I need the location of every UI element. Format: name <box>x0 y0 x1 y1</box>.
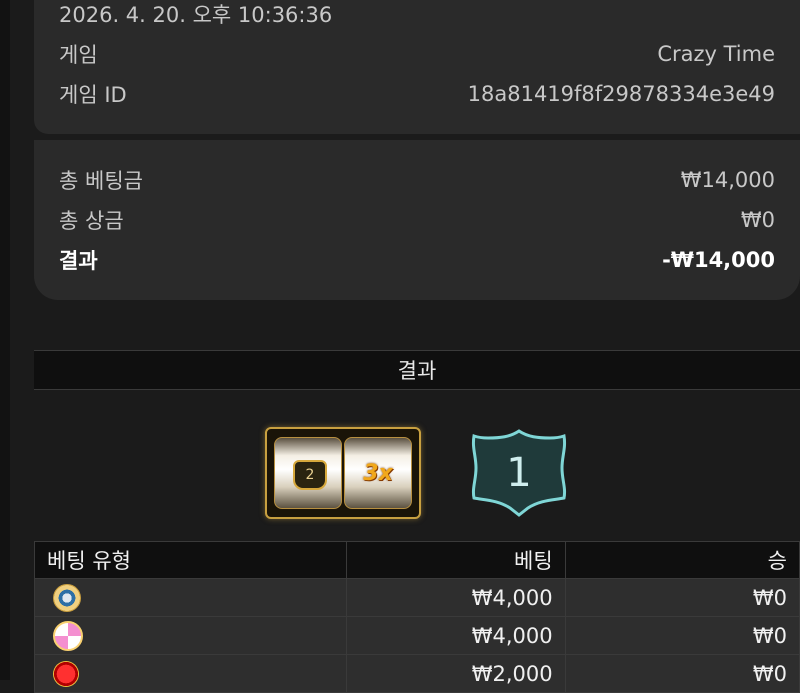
wheel-result-shield: 1 <box>470 428 568 518</box>
bets-table-header: 베팅 유형 베팅 승 <box>33 541 800 579</box>
slot-reel-right: 3x <box>344 437 412 509</box>
total-bet-value: ₩14,000 <box>680 168 775 192</box>
table-row: ₩4,000 ₩0 <box>33 578 800 617</box>
bet-amount-cell: ₩4,000 <box>346 616 566 655</box>
bet-type-cell <box>33 616 348 655</box>
win-amount-cell: ₩0 <box>564 578 800 617</box>
result-section-title: 결과 <box>397 359 437 383</box>
table-row: ₩4,000 ₩0 <box>33 616 800 655</box>
result-row: 결과 -₩14,000 <box>59 244 775 276</box>
slot-number-badge: 2 <box>293 460 327 490</box>
slot-reel-left: 2 <box>274 437 342 509</box>
datetime-text: 2026. 4. 20. 오후 10:36:36 <box>59 3 333 27</box>
red-dot-icon <box>53 660 79 687</box>
wheel-result-number: 1 <box>506 450 532 496</box>
total-win-label: 총 상금 <box>59 209 124 233</box>
coin-flip-icon <box>53 583 81 612</box>
bet-type-cell <box>33 578 348 617</box>
total-win-value: ₩0 <box>740 208 775 232</box>
datetime-row: 2026. 4. 20. 오후 10:36:36 <box>59 0 775 28</box>
header-bet: 베팅 <box>346 541 566 579</box>
win-amount-cell: ₩0 <box>564 616 800 655</box>
result-section-header: 결과 <box>34 350 800 390</box>
bet-summary-card: 총 베팅금 ₩14,000 총 상금 ₩0 결과 -₩14,000 <box>34 140 800 300</box>
result-label: 결과 <box>59 249 98 273</box>
win-amount-cell: ₩0 <box>564 654 800 693</box>
top-slot: 2 3x <box>265 427 421 519</box>
game-value: Crazy Time <box>657 42 775 66</box>
pachinko-icon <box>53 620 83 651</box>
game-row: 게임 Crazy Time <box>59 38 775 70</box>
header-win: 승 <box>564 541 800 579</box>
game-id-label: 게임 ID <box>59 83 127 107</box>
bet-amount-cell: ₩2,000 <box>346 654 566 693</box>
game-id-value: 18a81419f8f29878334e3e49 <box>467 82 775 106</box>
left-rail <box>0 0 10 680</box>
game-details-card: 2026. 4. 20. 오후 10:36:36 게임 Crazy Time 게… <box>34 0 800 134</box>
total-bet-row: 총 베팅금 ₩14,000 <box>59 164 775 196</box>
total-bet-label: 총 베팅금 <box>59 169 143 193</box>
slot-multiplier: 3x <box>363 460 393 486</box>
slot-left-number: 2 <box>305 467 315 483</box>
header-bet-type: 베팅 유형 <box>33 541 348 579</box>
table-row: ₩2,000 ₩0 <box>33 654 800 693</box>
game-label: 게임 <box>59 43 98 67</box>
bet-type-cell <box>33 654 348 693</box>
bet-amount-cell: ₩4,000 <box>346 578 566 617</box>
bets-table: 베팅 유형 베팅 승 ₩4,000 ₩0 ₩4,000 ₩0 ₩2,000 ₩0 <box>33 541 800 693</box>
game-id-row: 게임 ID 18a81419f8f29878334e3e49 <box>59 78 775 110</box>
total-win-row: 총 상금 ₩0 <box>59 204 775 236</box>
result-value: -₩14,000 <box>662 248 775 272</box>
